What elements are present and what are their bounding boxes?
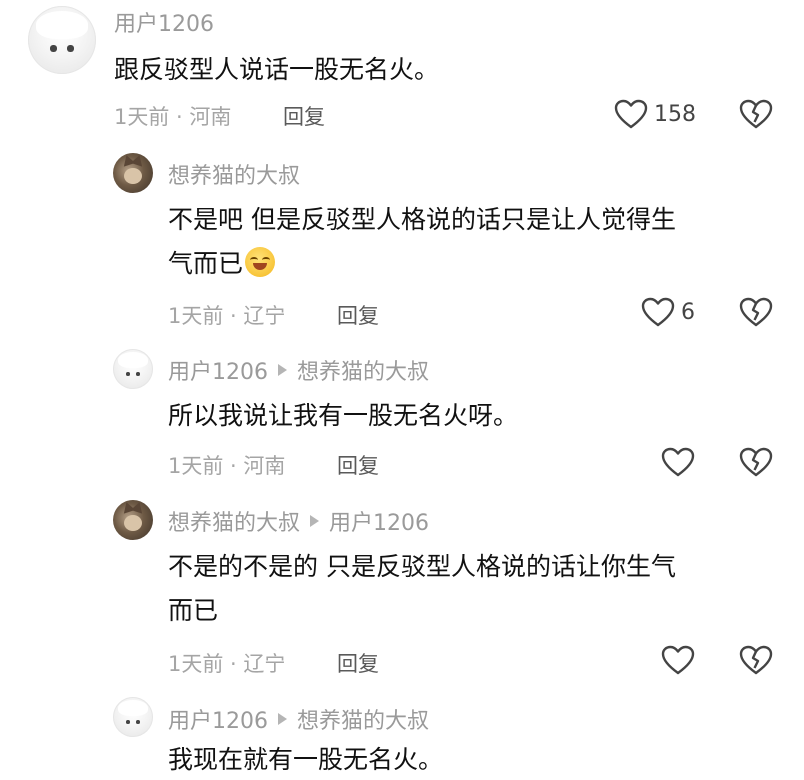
like-button[interactable]: 158 (614, 99, 696, 129)
comment-username[interactable]: 想养猫的大叔 用户1206 (168, 505, 429, 537)
comment-meta: 1天前 · 河南 (168, 454, 286, 478)
like-count: 6 (681, 299, 695, 325)
username-text[interactable]: 想养猫的大叔 (168, 505, 300, 537)
reply-to-username[interactable]: 用户1206 (329, 505, 429, 537)
reply-to-username[interactable]: 想养猫的大叔 (297, 354, 429, 386)
reply-button[interactable]: 回复 (283, 101, 325, 131)
comment-text: 跟反驳型人说话一股无名火。 (114, 55, 440, 84)
comment-username[interactable]: 用户1206 (114, 6, 214, 38)
smile-emoji-icon (245, 247, 276, 277)
comment-meta: 1天前 · 辽宁 (168, 304, 286, 328)
reply-button[interactable]: 回复 (337, 300, 379, 330)
username-text[interactable]: 想养猫的大叔 (168, 158, 300, 190)
comment-text: 所以我说让我有一股无名火呀。 (168, 401, 519, 430)
avatar[interactable] (28, 6, 96, 74)
dislike-button[interactable] (739, 645, 773, 675)
dislike-button[interactable] (739, 99, 773, 129)
comment-username[interactable]: 想养猫的大叔 (168, 158, 300, 190)
heart-outline-icon (641, 297, 675, 327)
like-button[interactable] (661, 447, 695, 477)
heart-outline-icon (661, 645, 695, 675)
comment-meta: 1天前 · 河南 (114, 105, 232, 129)
like-button[interactable]: 6 (641, 297, 695, 327)
comment-username[interactable]: 用户1206 想养猫的大叔 (168, 703, 429, 735)
broken-heart-icon (739, 645, 773, 675)
reply-arrow-icon (278, 713, 287, 725)
comment-thread: 用户1206 跟反驳型人说话一股无名火。 1天前 · 河南 回复 158 想养猫… (0, 0, 804, 780)
username-text[interactable]: 用户1206 (168, 354, 268, 386)
broken-heart-icon (739, 297, 773, 327)
comment-text: 不是的不是的 只是反驳型人格说的话让你生气 而已 (168, 552, 676, 625)
reply-arrow-icon (310, 515, 320, 527)
reply-to-username[interactable]: 想养猫的大叔 (297, 703, 429, 735)
comment-username[interactable]: 用户1206 想养猫的大叔 (168, 354, 429, 386)
heart-outline-icon (614, 99, 648, 129)
reply-arrow-icon (278, 364, 287, 376)
avatar[interactable] (113, 153, 153, 193)
reply-button[interactable]: 回复 (337, 450, 379, 480)
heart-outline-icon (661, 447, 695, 477)
username-text[interactable]: 用户1206 (168, 703, 268, 735)
like-count: 158 (654, 101, 696, 127)
comment-text: 不是吧 但是反驳型人格说的话只是让人觉得生 气而已 (168, 205, 676, 278)
avatar[interactable] (113, 500, 153, 540)
broken-heart-icon (739, 447, 773, 477)
reply-button[interactable]: 回复 (337, 648, 379, 678)
dislike-button[interactable] (739, 297, 773, 327)
comment-text: 我现在就有一股无名火。 (168, 745, 444, 774)
like-button[interactable] (661, 645, 695, 675)
avatar[interactable] (113, 349, 153, 389)
username-text[interactable]: 用户1206 (114, 6, 214, 38)
broken-heart-icon (739, 99, 773, 129)
avatar[interactable] (113, 697, 153, 737)
comment-meta: 1天前 · 辽宁 (168, 652, 286, 676)
dislike-button[interactable] (739, 447, 773, 477)
